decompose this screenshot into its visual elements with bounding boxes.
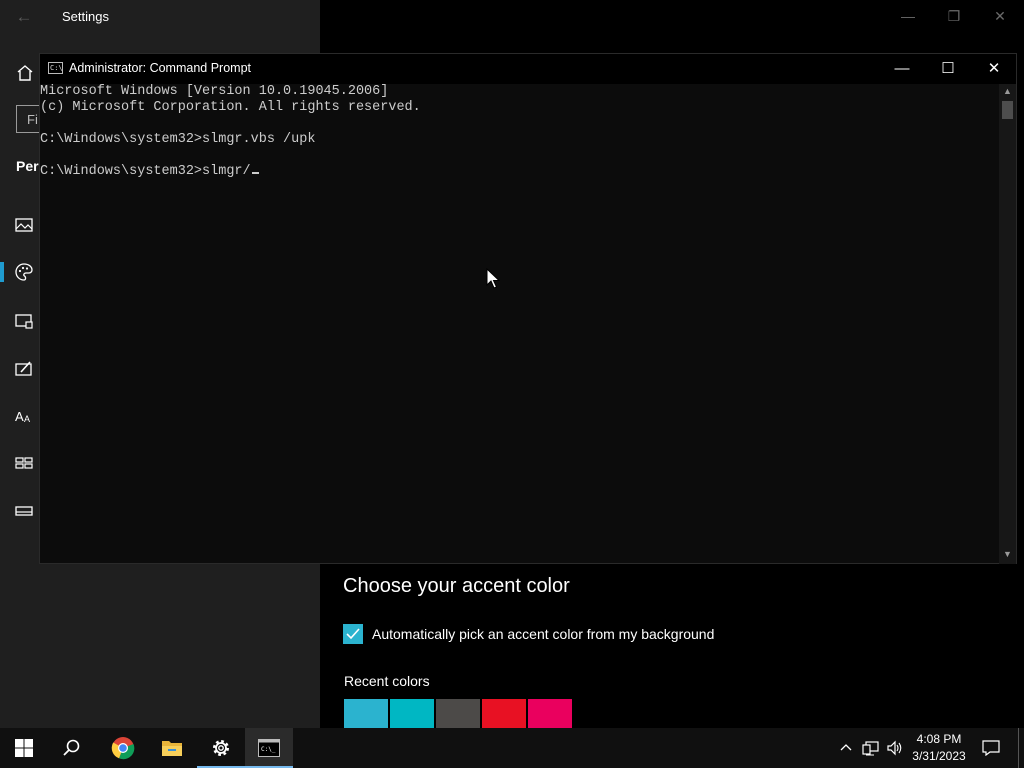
- close-button[interactable]: ✕: [971, 54, 1017, 84]
- lock-screen-icon[interactable]: [14, 311, 34, 331]
- selected-indicator: [0, 262, 4, 282]
- show-desktop-button[interactable]: [1018, 728, 1019, 768]
- mouse-pointer-icon: [486, 268, 500, 289]
- recent-color-swatch[interactable]: [482, 699, 526, 728]
- auto-accent-label[interactable]: Automatically pick an accent color from …: [372, 626, 714, 642]
- windows-logo-icon: [15, 739, 33, 757]
- start-button[interactable]: [0, 728, 48, 768]
- console-line: (c) Microsoft Corporation. All rights re…: [40, 100, 421, 115]
- chrome-button[interactable]: [99, 728, 147, 768]
- checkmark-icon: [346, 628, 360, 640]
- recent-color-swatch[interactable]: [390, 699, 434, 728]
- scroll-up-arrow-icon[interactable]: ▲: [999, 84, 1016, 99]
- command-prompt-icon: C:\_: [258, 739, 280, 757]
- cmd-window-title: Administrator: Command Prompt: [69, 61, 252, 75]
- console-input-line[interactable]: C:\Windows\system32>slmgr/: [40, 164, 259, 180]
- recent-color-swatch[interactable]: [528, 699, 572, 728]
- console-output[interactable]: Microsoft Windows [Version 10.0.19045.20…: [40, 84, 998, 564]
- console-line: C:\Windows\system32>slmgr.vbs /upk: [40, 132, 316, 147]
- search-button[interactable]: [48, 728, 96, 768]
- fonts-icon[interactable]: A A: [14, 406, 34, 426]
- file-explorer-icon: [162, 741, 182, 756]
- picture-icon[interactable]: [14, 215, 34, 235]
- search-icon: [63, 739, 80, 756]
- restore-button[interactable]: ❐: [931, 0, 977, 32]
- settings-icon: [213, 740, 229, 756]
- cmd-titlebar[interactable]: C:\ Administrator: Command Prompt — ☐ ✕: [40, 54, 1016, 84]
- console-prompt-text: C:\Windows\system32>slmgr/: [40, 164, 251, 179]
- themes-icon[interactable]: [14, 359, 34, 379]
- start-icon[interactable]: [14, 453, 34, 473]
- command-prompt-taskbar-button[interactable]: C:\_: [245, 728, 293, 768]
- svg-text:A: A: [24, 414, 30, 424]
- accent-color-heading: Choose your accent color: [343, 575, 570, 597]
- taskbar-icon[interactable]: [14, 501, 34, 521]
- taskbar: C:\_ 4:08 PM 3/31/2023: [0, 728, 1024, 768]
- minimize-button[interactable]: —: [879, 54, 925, 84]
- vertical-scrollbar[interactable]: ▲ ▼: [999, 84, 1016, 564]
- minimize-button[interactable]: —: [885, 0, 931, 32]
- command-prompt-window[interactable]: C:\ Administrator: Command Prompt — ☐ ✕ …: [39, 53, 1017, 564]
- back-arrow-icon[interactable]: ←: [12, 6, 36, 28]
- recent-color-swatch[interactable]: [344, 699, 388, 728]
- scroll-down-arrow-icon[interactable]: ▼: [999, 547, 1016, 562]
- clock-time[interactable]: 4:08 PM: [908, 732, 970, 746]
- svg-text:A: A: [15, 409, 24, 424]
- window-title: Settings: [62, 9, 109, 24]
- scrollbar-thumb[interactable]: [1002, 101, 1013, 119]
- home-icon[interactable]: [15, 63, 35, 83]
- chrome-icon: [111, 737, 135, 760]
- palette-icon[interactable]: [14, 262, 34, 282]
- recent-color-swatch[interactable]: [436, 699, 480, 728]
- file-explorer-button[interactable]: [148, 728, 196, 768]
- close-button[interactable]: ✕: [977, 0, 1023, 32]
- network-icon[interactable]: [862, 740, 880, 756]
- volume-icon[interactable]: [886, 740, 904, 756]
- auto-accent-checkbox[interactable]: [343, 624, 363, 644]
- text-cursor: [251, 172, 259, 174]
- svg-text:C:\_: C:\_: [261, 746, 276, 753]
- chevron-up-icon[interactable]: [838, 740, 854, 756]
- console-line: Microsoft Windows [Version 10.0.19045.20…: [40, 84, 389, 99]
- maximize-button[interactable]: ☐: [925, 54, 971, 84]
- notification-icon[interactable]: [982, 740, 1000, 756]
- clock-date[interactable]: 3/31/2023: [908, 749, 970, 763]
- command-prompt-icon: C:\: [48, 62, 63, 74]
- settings-taskbar-button[interactable]: [197, 728, 245, 768]
- recent-colors-label: Recent colors: [344, 673, 430, 689]
- settings-titlebar: ← Settings — ❐ ✕: [0, 0, 1024, 34]
